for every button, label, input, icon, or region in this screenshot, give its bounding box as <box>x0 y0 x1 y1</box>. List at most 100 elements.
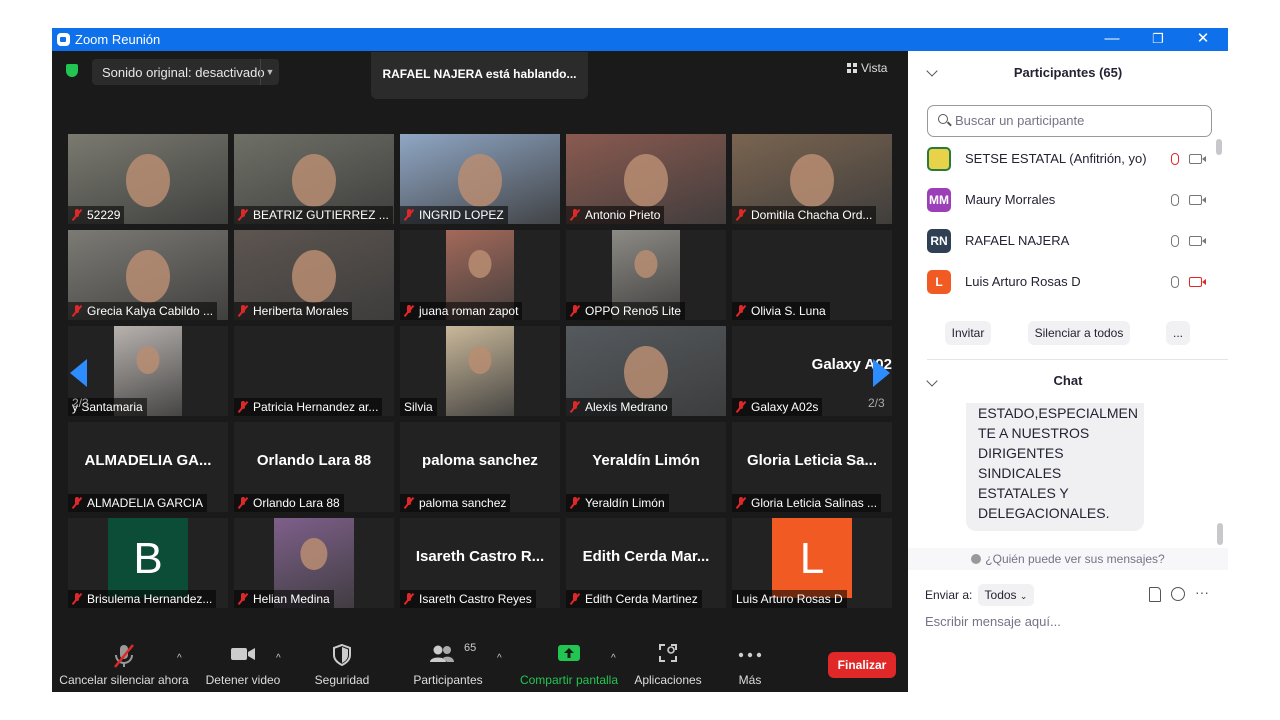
video-tile[interactable]: ALMADELIA GA... ALMADELIA GARCIA <box>68 422 228 512</box>
video-tile[interactable]: OPPO Reno5 Lite <box>566 230 726 320</box>
previous-page-arrow-icon[interactable] <box>70 359 87 387</box>
restore-button[interactable]: ❐ <box>1135 28 1181 51</box>
panel-divider <box>927 359 1228 360</box>
camera-icon[interactable] <box>1189 236 1206 246</box>
participant-search-input[interactable]: Buscar un participante <box>927 105 1212 137</box>
participant-name-text: Yeraldín Limón <box>585 496 665 510</box>
participant-name-text: Heriberta Morales <box>253 304 349 318</box>
participants-scrollbar[interactable] <box>1216 139 1222 155</box>
unmute-button[interactable]: Cancelar silenciar ahora <box>58 633 190 692</box>
video-tile[interactable]: paloma sanchez paloma sanchez <box>400 422 560 512</box>
participant-name-label: Gloria Leticia Salinas ... <box>732 494 882 512</box>
muted-mic-icon <box>404 497 414 509</box>
video-tile[interactable]: Edith Cerda Mar... Edith Cerda Martinez <box>566 518 726 608</box>
microphone-icon[interactable] <box>1171 194 1179 206</box>
participant-name-text: BEATRIZ GUTIERREZ ... <box>253 208 389 222</box>
participant-name-label: Silvia <box>400 398 437 416</box>
who-can-see-messages-link[interactable]: ¿Quién puede ver sus mensajes? <box>908 548 1228 570</box>
video-tile[interactable]: Gloria Leticia Sa... Gloria Leticia Salin… <box>732 422 892 512</box>
microphone-icon[interactable] <box>1171 276 1179 288</box>
invite-button[interactable]: Invitar <box>945 321 991 345</box>
video-tile[interactable]: Isareth Castro R... Isareth Castro Reyes <box>400 518 560 608</box>
share-options-caret-icon[interactable]: ^ <box>611 653 616 664</box>
chat-panel-title: Chat <box>1053 373 1083 388</box>
apps-button[interactable]: Aplicaciones <box>631 633 705 692</box>
video-options-caret-icon[interactable]: ^ <box>276 653 281 664</box>
video-tile[interactable]: Alexis Medrano <box>566 326 726 416</box>
participant-row[interactable]: L Luis Arturo Rosas D <box>927 265 1217 299</box>
chevron-down-icon: ⌄ <box>1019 591 1028 601</box>
muted-mic-icon <box>736 497 746 509</box>
camera-icon[interactable] <box>1189 154 1206 164</box>
send-to-row: Enviar a: Todos ⌄ ··· <box>925 584 1215 606</box>
video-tile[interactable]: Patricia Hernandez ar... <box>234 326 394 416</box>
video-tile[interactable]: Domitila Chacha Ord... <box>732 134 892 224</box>
more-button[interactable]: Más <box>728 633 772 692</box>
participant-initials: RN <box>930 234 948 248</box>
participant-name-text: Brisulema Hernandez... <box>87 592 213 606</box>
stop-video-button[interactable]: Detener video <box>198 633 288 692</box>
recipient-value: Todos <box>984 588 1017 602</box>
muted-microphone-icon[interactable] <box>1171 153 1179 165</box>
microphone-icon[interactable] <box>1171 235 1179 247</box>
video-tile[interactable]: y Santamaria <box>68 326 228 416</box>
video-tile[interactable]: Silvia <box>400 326 560 416</box>
video-tile[interactable]: Heriberta Morales <box>234 230 394 320</box>
file-icon[interactable] <box>1149 587 1161 602</box>
participant-name-label: Domitila Chacha Ord... <box>732 206 877 224</box>
meeting-toolbar: Cancelar silenciar ahora ^ Detener video… <box>52 633 908 692</box>
end-meeting-button[interactable]: Finalizar <box>828 652 896 678</box>
recipient-dropdown[interactable]: Todos ⌄ <box>978 584 1034 606</box>
participant-display-name: ALMADELIA GA... <box>84 452 212 469</box>
apps-icon <box>658 643 678 666</box>
video-tile[interactable]: Orlando Lara 88 Orlando Lara 88 <box>234 422 394 512</box>
share-screen-button[interactable]: Compartir pantalla <box>518 633 620 692</box>
participant-row[interactable]: RN RAFAEL NAJERA <box>927 224 1217 258</box>
video-tile[interactable]: 52229 <box>68 134 228 224</box>
encryption-shield-icon[interactable] <box>66 64 78 77</box>
video-tile[interactable]: Grecia Kalya Cabildo ... <box>68 230 228 320</box>
security-button[interactable]: Seguridad <box>306 633 378 692</box>
close-button[interactable]: ✕ <box>1180 28 1226 51</box>
video-tile[interactable]: L Luis Arturo Rosas D <box>732 518 892 608</box>
participants-panel-title: Participantes (65) <box>1013 65 1123 80</box>
participants-options-caret-icon[interactable]: ^ <box>497 653 502 664</box>
chevron-down-icon[interactable]: ▼ <box>260 59 279 85</box>
participant-face <box>458 153 502 207</box>
camera-icon[interactable] <box>1189 195 1206 205</box>
participant-name-label: Alexis Medrano <box>566 398 672 416</box>
participant-name-label: Edith Cerda Martinez <box>566 590 702 608</box>
chat-scrollbar[interactable] <box>1217 523 1223 545</box>
chat-more-icon[interactable]: ··· <box>1195 584 1209 600</box>
participants-more-button[interactable]: ... <box>1166 321 1190 345</box>
mute-all-button[interactable]: Silenciar a todos <box>1028 321 1130 345</box>
person-lock-icon <box>971 554 982 564</box>
video-tile[interactable]: juana roman zapot <box>400 230 560 320</box>
minimize-button[interactable]: — <box>1089 28 1135 51</box>
participant-face <box>126 153 170 207</box>
camera-off-icon[interactable] <box>1189 277 1206 287</box>
participant-row[interactable]: SETSE ESTATAL (Anfitrión, yo) <box>927 142 1217 176</box>
video-tile[interactable]: Antonio Prieto <box>566 134 726 224</box>
next-page-arrow-icon[interactable] <box>873 359 890 387</box>
view-button[interactable]: Vista <box>847 61 897 83</box>
video-tile[interactable]: Yeraldín Limón Yeraldín Limón <box>566 422 726 512</box>
meeting-area: Sonido original: desactivado ▼ RAFAEL NA… <box>52 51 908 692</box>
more-dots-icon <box>738 647 762 661</box>
video-tile[interactable]: INGRID LOPEZ <box>400 134 560 224</box>
muted-mic-icon <box>72 593 82 605</box>
emoji-icon[interactable] <box>1171 587 1185 601</box>
participant-display-name: Orlando Lara 88 <box>256 452 372 469</box>
participant-row[interactable]: MM Maury Morrales <box>927 183 1217 217</box>
video-tile[interactable]: B Brisulema Hernandez... <box>68 518 228 608</box>
original-sound-dropdown[interactable]: Sonido original: desactivado ▼ <box>92 59 279 85</box>
video-tile[interactable]: Olivia S. Luna <box>732 230 892 320</box>
participant-name-label: OPPO Reno5 Lite <box>566 302 686 320</box>
participant-video <box>446 326 514 416</box>
audio-options-caret-icon[interactable]: ^ <box>177 653 182 664</box>
muted-mic-icon <box>238 209 248 221</box>
participants-button[interactable]: 65 Participantes <box>410 633 486 692</box>
video-tile[interactable]: BEATRIZ GUTIERREZ ... <box>234 134 394 224</box>
chat-message-input[interactable]: Escribir mensaje aquí... <box>925 614 1061 629</box>
video-tile[interactable]: Helian Medina <box>234 518 394 608</box>
